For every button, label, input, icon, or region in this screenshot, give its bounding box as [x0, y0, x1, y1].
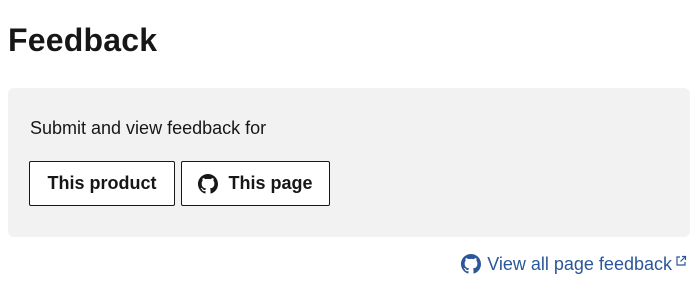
github-icon: [198, 173, 219, 194]
this-product-button-label: This product: [47, 173, 157, 193]
view-all-page-feedback-link[interactable]: View all page feedback: [461, 252, 687, 276]
this-page-button[interactable]: This page: [181, 161, 330, 206]
page-title: Feedback: [8, 22, 158, 58]
external-link-icon: [675, 255, 687, 267]
feedback-prompt: Submit and view feedback for: [30, 118, 267, 138]
github-icon: [461, 254, 482, 274]
this-page-button-label: This page: [228, 173, 313, 193]
feedback-panel: Submit and view feedback for This produc…: [8, 88, 690, 237]
this-product-button[interactable]: This product: [29, 161, 175, 206]
view-all-page-feedback-label: View all page feedback: [487, 254, 672, 274]
